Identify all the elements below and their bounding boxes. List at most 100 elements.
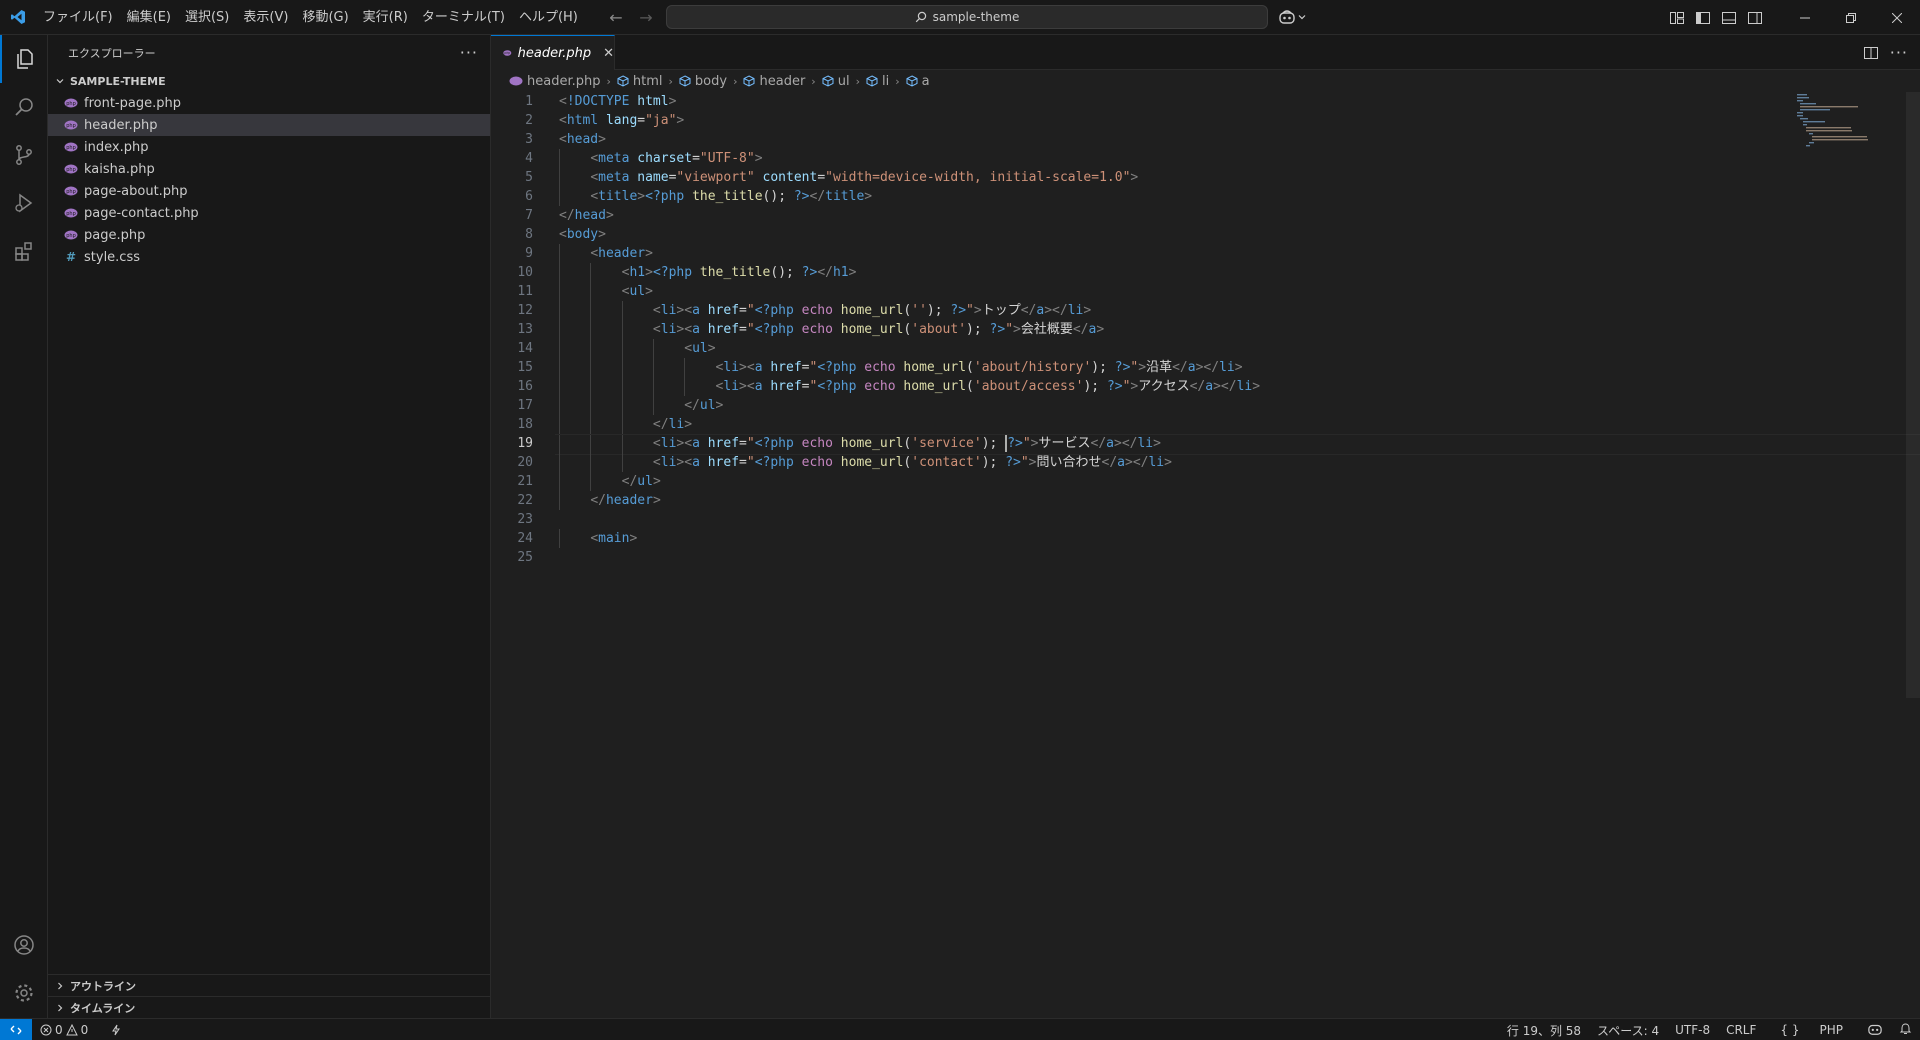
menu-item[interactable]: ファイル(F)	[36, 0, 120, 35]
notifications-bell-icon[interactable]	[1891, 1022, 1920, 1038]
code-line[interactable]: 20 <li><a href="<?php echo home_url('con…	[491, 453, 1791, 472]
search-icon[interactable]	[0, 83, 48, 131]
code-line[interactable]: 16 <li><a href="<?php echo home_url('abo…	[491, 377, 1791, 396]
breadcrumb-item[interactable]: html	[617, 74, 663, 89]
toggle-secondary-sidebar-icon[interactable]	[1742, 0, 1768, 35]
breadcrumb-item[interactable]: body	[679, 74, 727, 89]
indent-guide	[559, 472, 560, 491]
toggle-panel-icon[interactable]	[1716, 0, 1742, 35]
ports-icon[interactable]	[110, 1024, 122, 1036]
cursor-position[interactable]: 行 19、列 58	[1499, 1022, 1589, 1039]
indentation[interactable]: スペース: 4	[1589, 1022, 1667, 1039]
code-editor[interactable]: 1 <!DOCTYPE html> 2 <html lang="ja"> 3 <head>…	[491, 92, 1920, 567]
explorer-icon[interactable]	[0, 35, 48, 83]
file-item[interactable]: php header.php	[48, 114, 490, 136]
customize-layout-icon[interactable]	[1664, 0, 1690, 35]
line-number: 10	[517, 265, 533, 280]
breadcrumb-item[interactable]: header	[743, 74, 805, 89]
file-encoding[interactable]: UTF-8	[1667, 1023, 1718, 1037]
menu-item[interactable]: 表示(V)	[236, 0, 295, 35]
code-line[interactable]: 3 <head>	[491, 130, 1791, 149]
file-item[interactable]: php page-about.php	[48, 180, 490, 202]
indent-guide	[559, 396, 560, 415]
file-item[interactable]: # style.css	[48, 246, 490, 268]
menu-item[interactable]: 選択(S)	[178, 0, 236, 35]
accounts-icon[interactable]	[0, 921, 48, 969]
line-number: 3	[525, 132, 533, 147]
breadcrumb-item[interactable]: li	[866, 74, 889, 89]
source-control-icon[interactable]	[0, 131, 48, 179]
code-line[interactable]: 1 <!DOCTYPE html>	[491, 92, 1791, 111]
braces-icon: { }	[1780, 1023, 1800, 1037]
timeline-section[interactable]: タイムライン	[48, 996, 491, 1018]
menu-item[interactable]: 実行(R)	[356, 0, 415, 35]
command-center-text: sample-theme	[932, 10, 1020, 24]
code-line[interactable]: 6 <title><?php the_title(); ?></title>	[491, 187, 1791, 206]
file-item[interactable]: php front-page.php	[48, 92, 490, 114]
copilot-button[interactable]	[1278, 6, 1306, 28]
code-line[interactable]: 15 <li><a href="<?php echo home_url('abo…	[491, 358, 1791, 377]
copilot-status-icon[interactable]	[1859, 1022, 1891, 1039]
code-line[interactable]: 19 <li><a href="<?php echo home_url('ser…	[491, 434, 1920, 455]
code-line[interactable]: 21 </ul>	[491, 472, 1791, 491]
language-mode[interactable]: { } PHP	[1764, 1023, 1859, 1037]
forward-arrow-icon[interactable]: →	[636, 8, 656, 27]
css-file-icon: #	[65, 250, 77, 264]
code-line[interactable]: 10 <h1><?php the_title(); ?></h1>	[491, 263, 1791, 282]
toggle-primary-sidebar-icon[interactable]	[1690, 0, 1716, 35]
run-debug-icon[interactable]	[0, 179, 48, 227]
close-icon[interactable]: ✕	[603, 46, 614, 61]
indent-guide	[559, 244, 560, 263]
menu-item[interactable]: ターミナル(T)	[415, 0, 512, 35]
code-line[interactable]: 24 <main>	[491, 529, 1791, 548]
more-actions-icon[interactable]: ···	[1890, 43, 1908, 62]
close-window-icon[interactable]	[1874, 0, 1920, 35]
code-line[interactable]: 8 <body>	[491, 225, 1791, 244]
code-line[interactable]: 22 </header>	[491, 491, 1791, 510]
code-line[interactable]: 7 </head>	[491, 206, 1791, 225]
php-file-icon: php	[64, 164, 78, 174]
line-number: 5	[525, 170, 533, 185]
back-arrow-icon[interactable]: ←	[606, 8, 626, 27]
vertical-scrollbar[interactable]	[1906, 92, 1920, 1018]
code-line[interactable]: 18 </li>	[491, 415, 1791, 434]
code-line[interactable]: 13 <li><a href="<?php echo home_url('abo…	[491, 320, 1791, 339]
code-line[interactable]: 12 <li><a href="<?php echo home_url('');…	[491, 301, 1791, 320]
menu-item[interactable]: 編集(E)	[120, 0, 178, 35]
remote-indicator-icon[interactable]	[0, 1018, 32, 1040]
code-line[interactable]: 4 <meta charset="UTF-8">	[491, 149, 1791, 168]
indent-guide	[652, 396, 654, 415]
extensions-icon[interactable]	[0, 227, 48, 275]
scrollbar-thumb[interactable]	[1906, 92, 1920, 698]
line-number: 21	[517, 474, 533, 489]
file-item[interactable]: php page.php	[48, 224, 490, 246]
breadcrumb-item[interactable]: header.php	[509, 74, 600, 89]
folder-header[interactable]: SAMPLE-THEME	[48, 70, 490, 92]
outline-section[interactable]: アウトライン	[48, 974, 491, 996]
command-center-search[interactable]: sample-theme	[666, 5, 1268, 29]
tab-header-php[interactable]: php header.php ✕	[491, 35, 615, 70]
menu-item[interactable]: 移動(G)	[295, 0, 355, 35]
code-line[interactable]: 17 </ul>	[491, 396, 1791, 415]
code-line[interactable]: 23	[491, 510, 1791, 529]
code-line[interactable]: 25	[491, 548, 1791, 567]
minimap[interactable]	[1793, 92, 1903, 152]
code-line[interactable]: 2 <html lang="ja">	[491, 111, 1791, 130]
code-line[interactable]: 9 <header>	[491, 244, 1791, 263]
file-item[interactable]: php page-contact.php	[48, 202, 490, 224]
restore-window-icon[interactable]	[1828, 0, 1874, 35]
file-item[interactable]: php kaisha.php	[48, 158, 490, 180]
code-line[interactable]: 11 <ul>	[491, 282, 1791, 301]
manage-gear-icon[interactable]	[0, 969, 48, 1017]
problems-indicator[interactable]: 0 0	[40, 1023, 88, 1037]
more-actions-icon[interactable]: ···	[460, 43, 478, 62]
end-of-line[interactable]: CRLF	[1718, 1023, 1764, 1037]
breadcrumb-item[interactable]: a	[906, 74, 930, 89]
split-editor-icon[interactable]	[1863, 46, 1878, 59]
code-line[interactable]: 14 <ul>	[491, 339, 1791, 358]
breadcrumb-item[interactable]: ul	[822, 74, 850, 89]
minimize-window-icon[interactable]	[1782, 0, 1828, 35]
menu-item[interactable]: ヘルプ(H)	[512, 0, 585, 35]
file-item[interactable]: php index.php	[48, 136, 490, 158]
code-line[interactable]: 5 <meta name="viewport" content="width=d…	[491, 168, 1791, 187]
